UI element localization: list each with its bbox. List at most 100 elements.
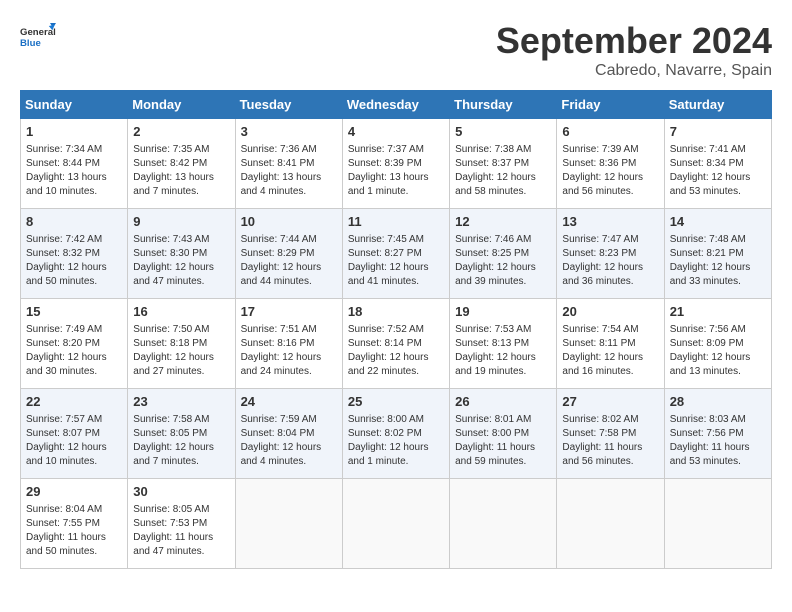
svg-text:General: General — [20, 27, 56, 38]
day-info: Sunrise: 7:51 AM Sunset: 8:16 PM Dayligh… — [241, 323, 337, 379]
day-info: Sunrise: 7:45 AM Sunset: 8:27 PM Dayligh… — [348, 233, 444, 289]
day-info: Sunrise: 7:47 AM Sunset: 8:23 PM Dayligh… — [562, 233, 658, 289]
day-number: 6 — [562, 123, 658, 141]
calendar-cell: 24 Sunrise: 7:59 AM Sunset: 8:04 PM Dayli… — [235, 389, 342, 479]
calendar-cell: 3 Sunrise: 7:36 AM Sunset: 8:41 PM Daylig… — [235, 119, 342, 209]
day-number: 14 — [670, 213, 766, 231]
title-block: September 2024 Cabredo, Navarre, Spain — [496, 20, 772, 80]
day-info: Sunrise: 8:04 AM Sunset: 7:55 PM Dayligh… — [26, 503, 122, 559]
day-number: 3 — [241, 123, 337, 141]
day-info: Sunrise: 7:59 AM Sunset: 8:04 PM Dayligh… — [241, 413, 337, 469]
day-number: 12 — [455, 213, 551, 231]
day-info: Sunrise: 8:03 AM Sunset: 7:56 PM Dayligh… — [670, 413, 766, 469]
calendar-cell: 2 Sunrise: 7:35 AM Sunset: 8:42 PM Daylig… — [128, 119, 235, 209]
day-info: Sunrise: 7:42 AM Sunset: 8:32 PM Dayligh… — [26, 233, 122, 289]
calendar-cell — [235, 479, 342, 569]
calendar-week-row: 8 Sunrise: 7:42 AM Sunset: 8:32 PM Daylig… — [21, 209, 772, 299]
day-number: 29 — [26, 483, 122, 501]
calendar-cell: 21Sunrise: 7:56 AM Sunset: 8:09 PM Dayli… — [664, 299, 771, 389]
day-info: Sunrise: 7:57 AM Sunset: 8:07 PM Dayligh… — [26, 413, 122, 469]
day-number: 7 — [670, 123, 766, 141]
logo-container: General Blue — [20, 20, 56, 56]
day-info: Sunrise: 7:54 AM Sunset: 8:11 PM Dayligh… — [562, 323, 658, 379]
day-info: Sunrise: 7:37 AM Sunset: 8:39 PM Dayligh… — [348, 143, 444, 199]
day-number: 10 — [241, 213, 337, 231]
day-number: 27 — [562, 393, 658, 411]
calendar-header-row: SundayMondayTuesdayWednesdayThursdayFrid… — [21, 91, 772, 119]
calendar-header-tuesday: Tuesday — [235, 91, 342, 119]
calendar-cell: 27Sunrise: 8:02 AM Sunset: 7:58 PM Dayli… — [557, 389, 664, 479]
day-number: 8 — [26, 213, 122, 231]
calendar-header-monday: Monday — [128, 91, 235, 119]
calendar-cell: 14 Sunrise: 7:48 AM Sunset: 8:21 PM Dayli… — [664, 209, 771, 299]
day-info: Sunrise: 7:50 AM Sunset: 8:18 PM Dayligh… — [133, 323, 229, 379]
day-info: Sunrise: 7:41 AM Sunset: 8:34 PM Dayligh… — [670, 143, 766, 199]
calendar-week-row: 29 Sunrise: 8:04 AM Sunset: 7:55 PM Dayli… — [21, 479, 772, 569]
calendar-table: SundayMondayTuesdayWednesdayThursdayFrid… — [20, 90, 772, 569]
day-info: Sunrise: 7:53 AM Sunset: 8:13 PM Dayligh… — [455, 323, 551, 379]
calendar-week-row: 1Sunrise: 7:34 AM Sunset: 8:44 PM Daylig… — [21, 119, 772, 209]
calendar-header-sunday: Sunday — [21, 91, 128, 119]
day-info: Sunrise: 7:46 AM Sunset: 8:25 PM Dayligh… — [455, 233, 551, 289]
day-number: 4 — [348, 123, 444, 141]
calendar-cell: 26Sunrise: 8:01 AM Sunset: 8:00 PM Dayli… — [450, 389, 557, 479]
day-number: 5 — [455, 123, 551, 141]
day-info: Sunrise: 7:58 AM Sunset: 8:05 PM Dayligh… — [133, 413, 229, 469]
calendar-week-row: 15 Sunrise: 7:49 AM Sunset: 8:20 PM Dayli… — [21, 299, 772, 389]
month-title: September 2024 — [496, 20, 772, 62]
calendar-cell — [342, 479, 449, 569]
calendar-cell: 20 Sunrise: 7:54 AM Sunset: 8:11 PM Dayli… — [557, 299, 664, 389]
day-number: 15 — [26, 303, 122, 321]
logo: General Blue — [20, 20, 56, 56]
day-number: 2 — [133, 123, 229, 141]
day-number: 18 — [348, 303, 444, 321]
calendar-cell: 13 Sunrise: 7:47 AM Sunset: 8:23 PM Dayli… — [557, 209, 664, 299]
day-number: 11 — [348, 213, 444, 231]
calendar-cell: 23 Sunrise: 7:58 AM Sunset: 8:05 PM Dayli… — [128, 389, 235, 479]
day-number: 26 — [455, 393, 551, 411]
day-info: Sunrise: 7:38 AM Sunset: 8:37 PM Dayligh… — [455, 143, 551, 199]
calendar-cell: 8 Sunrise: 7:42 AM Sunset: 8:32 PM Daylig… — [21, 209, 128, 299]
svg-text:Blue: Blue — [20, 38, 41, 49]
calendar-header-wednesday: Wednesday — [342, 91, 449, 119]
calendar-cell — [557, 479, 664, 569]
calendar-cell: 25 Sunrise: 8:00 AM Sunset: 8:02 PM Dayli… — [342, 389, 449, 479]
day-info: Sunrise: 8:00 AM Sunset: 8:02 PM Dayligh… — [348, 413, 444, 469]
calendar-cell — [450, 479, 557, 569]
calendar-cell: 22 Sunrise: 7:57 AM Sunset: 8:07 PM Dayli… — [21, 389, 128, 479]
calendar-cell: 11 Sunrise: 7:45 AM Sunset: 8:27 PM Dayli… — [342, 209, 449, 299]
calendar-cell: 17 Sunrise: 7:51 AM Sunset: 8:16 PM Dayli… — [235, 299, 342, 389]
day-number: 24 — [241, 393, 337, 411]
calendar-cell: 19 Sunrise: 7:53 AM Sunset: 8:13 PM Dayli… — [450, 299, 557, 389]
calendar-cell: 18Sunrise: 7:52 AM Sunset: 8:14 PM Dayli… — [342, 299, 449, 389]
day-number: 22 — [26, 393, 122, 411]
day-info: Sunrise: 7:36 AM Sunset: 8:41 PM Dayligh… — [241, 143, 337, 199]
day-number: 17 — [241, 303, 337, 321]
day-info: Sunrise: 7:35 AM Sunset: 8:42 PM Dayligh… — [133, 143, 229, 199]
day-info: Sunrise: 8:05 AM Sunset: 7:53 PM Dayligh… — [133, 503, 229, 559]
calendar-cell: 30Sunrise: 8:05 AM Sunset: 7:53 PM Dayli… — [128, 479, 235, 569]
day-info: Sunrise: 7:44 AM Sunset: 8:29 PM Dayligh… — [241, 233, 337, 289]
day-info: Sunrise: 7:48 AM Sunset: 8:21 PM Dayligh… — [670, 233, 766, 289]
day-number: 9 — [133, 213, 229, 231]
calendar-cell: 4 Sunrise: 7:37 AM Sunset: 8:39 PM Daylig… — [342, 119, 449, 209]
day-info: Sunrise: 7:43 AM Sunset: 8:30 PM Dayligh… — [133, 233, 229, 289]
day-number: 20 — [562, 303, 658, 321]
day-number: 25 — [348, 393, 444, 411]
day-number: 13 — [562, 213, 658, 231]
calendar-cell: 10 Sunrise: 7:44 AM Sunset: 8:29 PM Dayli… — [235, 209, 342, 299]
calendar-cell: 16Sunrise: 7:50 AM Sunset: 8:18 PM Dayli… — [128, 299, 235, 389]
day-number: 21 — [670, 303, 766, 321]
calendar-cell — [664, 479, 771, 569]
calendar-cell: 9 Sunrise: 7:43 AM Sunset: 8:30 PM Daylig… — [128, 209, 235, 299]
day-number: 23 — [133, 393, 229, 411]
day-info: Sunrise: 7:49 AM Sunset: 8:20 PM Dayligh… — [26, 323, 122, 379]
location-subtitle: Cabredo, Navarre, Spain — [496, 62, 772, 80]
calendar-cell: 12 Sunrise: 7:46 AM Sunset: 8:25 PM Dayli… — [450, 209, 557, 299]
day-number: 19 — [455, 303, 551, 321]
page-header: General Blue September 2024 Cabredo, Nav… — [20, 20, 772, 80]
day-info: Sunrise: 7:34 AM Sunset: 8:44 PM Dayligh… — [26, 143, 122, 199]
day-info: Sunrise: 7:39 AM Sunset: 8:36 PM Dayligh… — [562, 143, 658, 199]
calendar-cell: 28Sunrise: 8:03 AM Sunset: 7:56 PM Dayli… — [664, 389, 771, 479]
logo-bird-icon: General Blue — [20, 20, 56, 56]
